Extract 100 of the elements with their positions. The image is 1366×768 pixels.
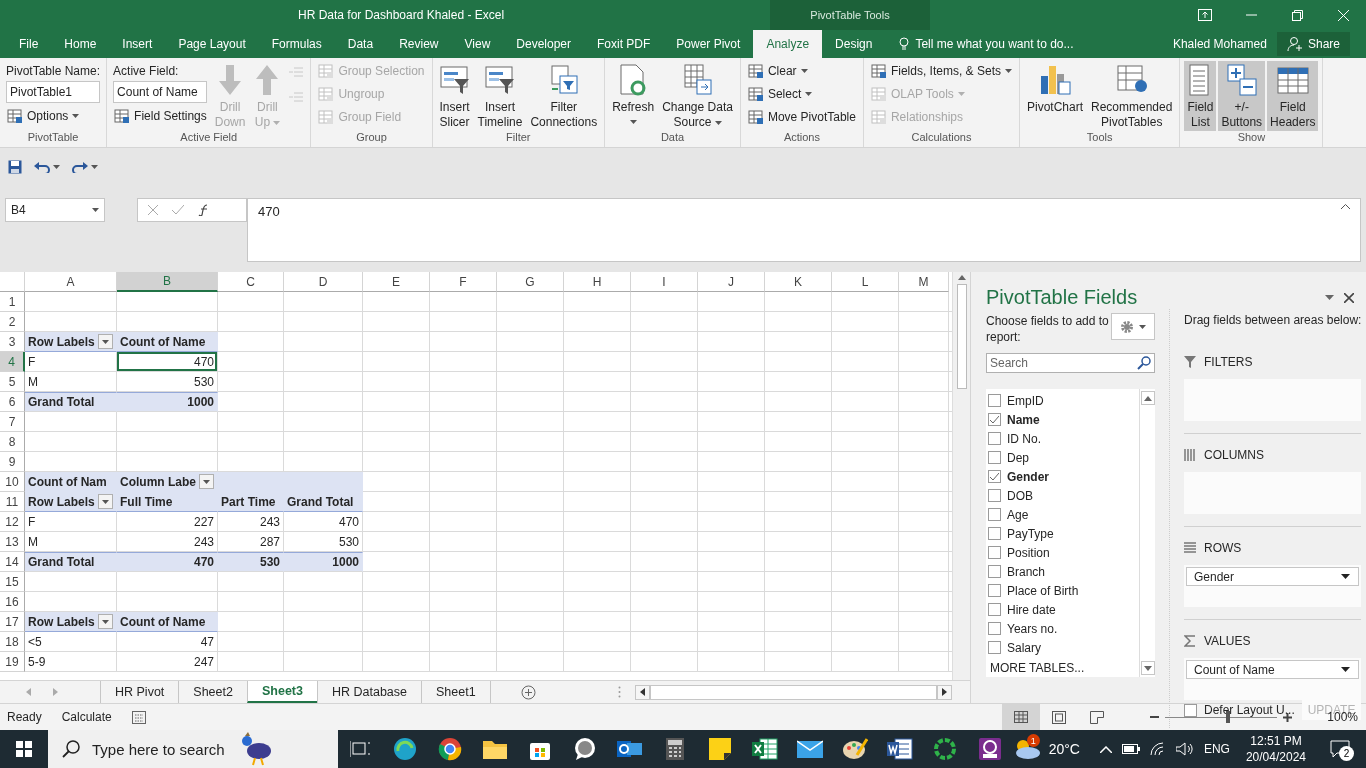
- row-header[interactable]: 19: [0, 652, 25, 672]
- text-field[interactable]: Count of Name: [113, 81, 208, 103]
- undo-button[interactable]: [34, 161, 60, 173]
- ribbon-tab[interactable]: Data: [334, 30, 387, 58]
- column-header[interactable]: C: [218, 272, 284, 292]
- ribbon-button[interactable]: PivotChart: [1024, 61, 1086, 131]
- redo-button[interactable]: [72, 161, 98, 173]
- field-item[interactable]: PayType: [988, 524, 1139, 543]
- ribbon-button[interactable]: Field Settings: [111, 106, 210, 126]
- field-item[interactable]: Dep: [988, 448, 1139, 467]
- field-item[interactable]: Name: [988, 410, 1139, 429]
- ribbon-button[interactable]: Refresh: [609, 61, 658, 131]
- clock[interactable]: 12:51 PM 20/04/2024: [1239, 733, 1312, 765]
- row-header[interactable]: 16: [0, 592, 25, 612]
- field-item[interactable]: Hire date: [988, 600, 1139, 619]
- ribbon-button[interactable]: Select: [744, 84, 859, 104]
- text-field[interactable]: PivotTable1: [6, 81, 100, 103]
- column-header[interactable]: D: [284, 272, 363, 292]
- row-header[interactable]: 18: [0, 632, 25, 652]
- ribbon-button[interactable]: +/- Buttons: [1218, 61, 1266, 131]
- ribbon-button[interactable]: Change Data Source: [659, 61, 736, 131]
- drop-area[interactable]: Count of Name: [1184, 658, 1362, 700]
- ribbon-button[interactable]: Insert Slicer: [436, 61, 473, 131]
- scroll-right-button[interactable]: [937, 684, 952, 700]
- tell-me-field[interactable]: Tell me what you want to do...: [885, 30, 1074, 58]
- column-header[interactable]: I: [631, 272, 698, 292]
- column-header[interactable]: B: [117, 272, 218, 292]
- column-header[interactable]: J: [698, 272, 765, 292]
- column-header[interactable]: L: [832, 272, 899, 292]
- field-item[interactable]: Branch: [988, 562, 1139, 581]
- drop-area[interactable]: Gender: [1184, 565, 1362, 607]
- filter-button[interactable]: [98, 334, 113, 349]
- ribbon-tab[interactable]: Foxit PDF: [584, 30, 664, 58]
- field-item[interactable]: Position: [988, 543, 1139, 562]
- ribbon-tab[interactable]: View: [451, 30, 504, 58]
- pane-options-button[interactable]: [1325, 295, 1334, 300]
- notifications-button[interactable]: 2: [1322, 740, 1358, 758]
- row-header[interactable]: 9: [0, 452, 25, 472]
- close-button[interactable]: [1344, 292, 1354, 303]
- column-header[interactable]: K: [765, 272, 832, 292]
- ribbon-button[interactable]: Clear: [744, 61, 859, 81]
- ribbon-button[interactable]: Field Headers: [1267, 61, 1319, 131]
- row-header[interactable]: 2: [0, 312, 25, 332]
- scroll-left-button[interactable]: [635, 684, 650, 700]
- field-item[interactable]: Years no.: [988, 619, 1139, 638]
- filter-button[interactable]: [199, 474, 214, 489]
- field-item[interactable]: ID No.: [988, 429, 1139, 448]
- ribbon-tab[interactable]: Analyze: [753, 30, 823, 58]
- field-item[interactable]: Place of Birth: [988, 581, 1139, 600]
- ribbon-button[interactable]: Fields, Items, & Sets: [867, 61, 1015, 81]
- horizontal-scrollbar[interactable]: [650, 684, 937, 700]
- ribbon-tab[interactable]: Review: [386, 30, 452, 58]
- row-header[interactable]: 7: [0, 412, 25, 432]
- ribbon-button[interactable]: Move PivotTable: [744, 107, 859, 127]
- more-tables-link[interactable]: MORE TABLES...: [988, 661, 1139, 677]
- ribbon-tab[interactable]: Insert: [109, 30, 166, 58]
- row-header[interactable]: 8: [0, 432, 25, 452]
- ribbon-button[interactable]: Filter Connections: [527, 61, 601, 131]
- row-header[interactable]: 13: [0, 532, 25, 552]
- ribbon-tab[interactable]: Developer: [503, 30, 584, 58]
- filter-button[interactable]: [98, 614, 113, 629]
- ribbon-tab[interactable]: Page Layout: [165, 30, 259, 58]
- scrollbar-thumb[interactable]: [956, 284, 967, 389]
- ribbon-button[interactable]: Options: [4, 106, 103, 126]
- row-header[interactable]: 4: [0, 352, 25, 372]
- settings-button[interactable]: [1111, 313, 1155, 340]
- name-box[interactable]: B4: [5, 198, 105, 222]
- search-field[interactable]: Search: [986, 353, 1155, 373]
- field-item[interactable]: Age: [988, 505, 1139, 524]
- ribbon-tab[interactable]: Home: [51, 30, 110, 58]
- column-header[interactable]: F: [430, 272, 497, 292]
- area-field[interactable]: Count of Name: [1186, 660, 1360, 679]
- row-header[interactable]: 1: [0, 292, 25, 312]
- ribbon-button[interactable]: Field List: [1184, 61, 1217, 131]
- area-field[interactable]: Gender: [1186, 567, 1360, 586]
- view-button[interactable]: [1002, 704, 1040, 730]
- save-button[interactable]: [8, 160, 22, 174]
- taskbar-search-field[interactable]: Type here to search: [47, 730, 338, 768]
- ribbon-tab[interactable]: Formulas: [258, 30, 335, 58]
- ribbon-tab[interactable]: File: [6, 30, 52, 58]
- ribbon-tab[interactable]: Power Pivot: [663, 30, 754, 58]
- field-item[interactable]: DOB: [988, 486, 1139, 505]
- column-header[interactable]: G: [497, 272, 564, 292]
- ribbon-button[interactable]: Insert Timeline: [474, 61, 526, 131]
- filter-button[interactable]: [98, 494, 113, 509]
- column-header[interactable]: A: [25, 272, 117, 292]
- share-button[interactable]: Share: [1276, 32, 1350, 56]
- column-header[interactable]: H: [564, 272, 631, 292]
- column-header[interactable]: M: [899, 272, 949, 292]
- field-item[interactable]: Gender: [988, 467, 1139, 486]
- sheet-tab[interactable]: Sheet3: [246, 681, 317, 703]
- column-header[interactable]: E: [363, 272, 430, 292]
- field-item[interactable]: EmpID: [988, 391, 1139, 410]
- row-header[interactable]: 15: [0, 572, 25, 592]
- ribbon-button[interactable]: Recommended PivotTables: [1088, 61, 1176, 131]
- language-indicator[interactable]: ENG: [1203, 742, 1230, 756]
- row-header[interactable]: 5: [0, 372, 25, 392]
- formula-field[interactable]: 470: [247, 198, 1361, 262]
- field-item[interactable]: Salary: [988, 638, 1139, 657]
- ribbon-tab[interactable]: Design: [822, 30, 886, 58]
